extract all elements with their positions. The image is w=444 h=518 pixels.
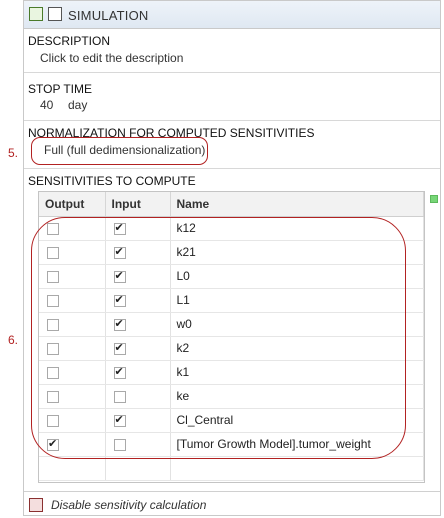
column-header-name[interactable]: Name	[170, 192, 424, 217]
annotation-5: 5.	[8, 146, 19, 160]
empty-cell[interactable]	[105, 456, 171, 481]
stop-time-section: STOP TIME 40 day	[24, 73, 440, 121]
chart-icon[interactable]	[48, 7, 62, 21]
empty-cell[interactable]	[39, 456, 106, 481]
annotation-oval-5	[31, 137, 208, 165]
column-header-output[interactable]: Output	[39, 192, 106, 217]
stop-time-unit[interactable]: day	[68, 98, 87, 112]
status-dot	[430, 195, 438, 203]
footer-bar: Disable sensitivity calculation	[24, 491, 440, 517]
column-header-input[interactable]: Input	[105, 192, 171, 217]
panel-header: SIMULATION	[24, 1, 440, 29]
description-value[interactable]: Click to edit the description	[40, 51, 183, 65]
annotation-6: 6.	[8, 333, 19, 347]
empty-cell[interactable]	[170, 456, 424, 481]
description-section: DESCRIPTION Click to edit the descriptio…	[24, 29, 440, 73]
stop-time-label: STOP TIME	[28, 82, 93, 96]
green-flag-icon[interactable]	[29, 7, 43, 21]
disable-sensitivity-link[interactable]: Disable sensitivity calculation	[51, 498, 206, 512]
stop-time-value[interactable]: 40	[40, 98, 53, 112]
sensitivities-label: SENSITIVITIES TO COMPUTE	[28, 174, 196, 188]
annotation-oval-6	[31, 217, 406, 459]
panel-title: SIMULATION	[68, 8, 149, 23]
disable-sensitivity-icon[interactable]	[29, 498, 43, 512]
empty-table-row[interactable]	[39, 456, 424, 481]
description-label: DESCRIPTION	[28, 34, 111, 48]
